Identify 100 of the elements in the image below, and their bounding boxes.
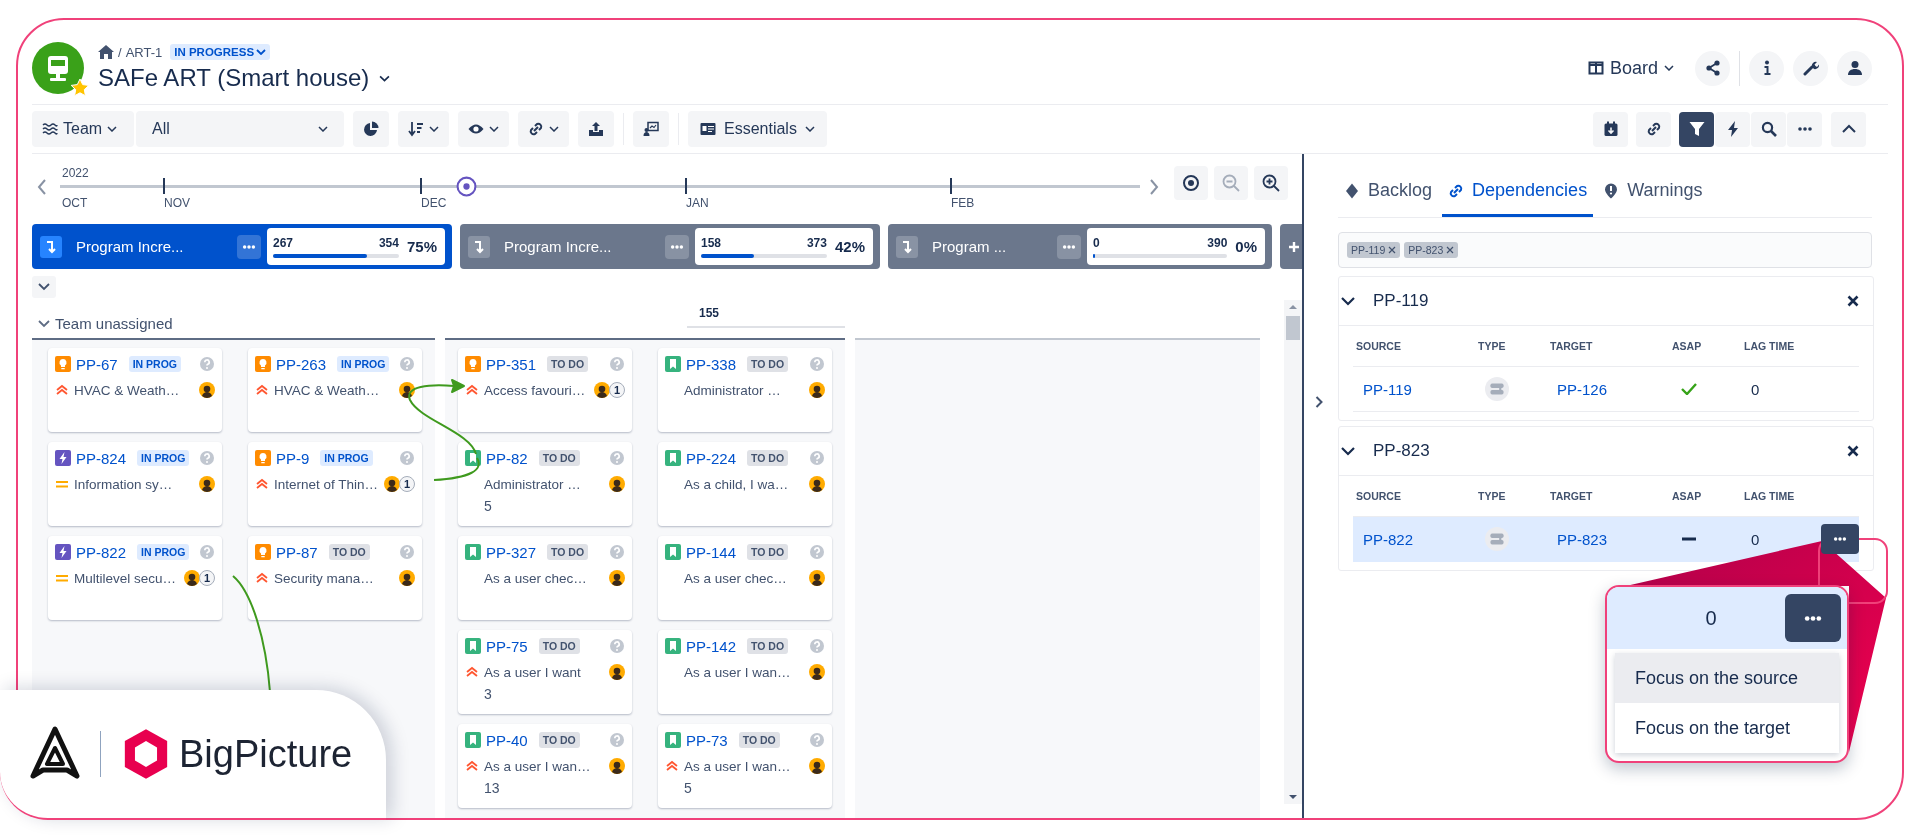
issue-card[interactable]: PP-824 IN PROG Information sy… [48, 442, 222, 526]
menu-item[interactable]: Focus on the target [1615, 703, 1839, 753]
calendar-button[interactable] [1593, 111, 1628, 147]
collapse-button[interactable] [1831, 111, 1866, 147]
issue-card[interactable]: PP-40 TO DO As a user I wan… 13 [458, 724, 632, 808]
source-link[interactable]: PP-822 [1363, 530, 1485, 548]
presentation-button[interactable] [633, 111, 669, 147]
profile-button[interactable] [1837, 50, 1872, 86]
swimlane-toggle[interactable]: Team unassigned [32, 315, 173, 338]
bolt-button[interactable] [1715, 111, 1750, 147]
fields-dropdown[interactable]: Essentials [688, 111, 827, 147]
more-button[interactable] [1787, 111, 1822, 147]
eye-button[interactable] [458, 111, 509, 147]
chart-button[interactable] [353, 111, 389, 147]
more-button[interactable] [1057, 234, 1081, 259]
issue-key[interactable]: PP-327 [486, 543, 537, 561]
dependency-line[interactable] [232, 575, 271, 693]
increment-bar[interactable]: Program ... 0 390 0% [888, 224, 1272, 269]
breadcrumb-link[interactable]: ART-1 [125, 44, 163, 60]
filter-chip[interactable]: PP-823 [1404, 242, 1459, 258]
close-icon[interactable] [1847, 445, 1859, 457]
issue-key[interactable]: PP-75 [486, 637, 528, 655]
group-by-dropdown[interactable]: Team [32, 111, 134, 147]
arrow-down-icon[interactable] [1288, 794, 1298, 800]
sort-button[interactable] [398, 111, 449, 147]
upload-button[interactable] [578, 111, 614, 147]
settings-button[interactable] [1793, 50, 1828, 86]
issue-card[interactable]: PP-822 IN PROG Multilevel secu… 1 [48, 536, 222, 620]
issue-key[interactable]: PP-338 [686, 355, 737, 373]
issue-key[interactable]: PP-142 [686, 637, 737, 655]
issue-key[interactable]: PP-87 [276, 543, 318, 561]
home-icon[interactable] [98, 45, 114, 59]
more-button[interactable] [1821, 524, 1859, 554]
issue-card[interactable]: PP-142 TO DO As a user I wan… [658, 630, 832, 714]
issue-card[interactable]: PP-263 IN PROG HVAC & Weath… [248, 348, 422, 432]
info-button[interactable] [1749, 50, 1784, 86]
tab[interactable]: Backlog [1338, 172, 1439, 217]
filter-button[interactable] [1679, 111, 1714, 147]
search-button[interactable] [1751, 111, 1786, 147]
issue-card[interactable]: PP-75 TO DO As a user I want 3 [458, 630, 632, 714]
link-button[interactable] [518, 111, 569, 147]
issue-card[interactable]: PP-338 TO DO Administrator … [658, 348, 832, 432]
help-icon [809, 638, 825, 654]
share-button[interactable] [1695, 50, 1730, 86]
tab[interactable]: Warnings [1597, 172, 1709, 217]
chevron-icon[interactable] [1341, 296, 1355, 306]
target-link[interactable]: PP-823 [1557, 530, 1679, 548]
today-marker-icon[interactable] [456, 176, 477, 197]
target-link[interactable]: PP-126 [1557, 380, 1679, 398]
filter-chip[interactable]: PP-119 [1347, 242, 1401, 258]
tab[interactable]: Dependencies [1442, 172, 1594, 217]
dependency-line[interactable] [433, 457, 480, 481]
issue-card[interactable]: PP-87 TO DO Security mana… [248, 536, 422, 620]
issue-card[interactable]: PP-224 TO DO As a child, I wa… [658, 442, 832, 526]
status-lozenge: TO DO [547, 356, 589, 372]
issue-key[interactable]: PP-144 [686, 543, 737, 561]
issue-card[interactable]: PP-351 TO DO Access favouri… 1 [458, 348, 632, 432]
more-button[interactable] [1785, 594, 1841, 642]
expand-button[interactable] [32, 276, 56, 298]
issue-key[interactable]: PP-67 [76, 355, 118, 373]
issue-card[interactable]: PP-82 TO DO Administrator … 5 [458, 442, 632, 526]
issue-key[interactable]: PP-263 [276, 355, 327, 373]
increment-bar[interactable]: Program Incre... 267 354 75% [32, 224, 452, 269]
menu-item[interactable]: Focus on the source [1615, 653, 1839, 703]
caret-icon[interactable] [379, 74, 391, 82]
dependency-arrow[interactable] [408, 379, 477, 455]
filter-field[interactable]: PP-119 PP-823 [1338, 232, 1872, 268]
link-button[interactable] [1636, 111, 1671, 147]
scrollbar[interactable] [1284, 300, 1302, 804]
board-title: SAFe ART (Smart house) [98, 64, 370, 92]
view-dropdown[interactable]: Board [1587, 57, 1674, 79]
increment-bar[interactable]: Program Incre... 158 373 42% [460, 224, 880, 269]
issue-card[interactable]: PP-9 IN PROG Internet of Thin… 1 [248, 442, 422, 526]
status-dropdown[interactable]: IN PROGRESS [170, 44, 271, 60]
chevron-icon[interactable] [1341, 446, 1355, 456]
issue-card[interactable]: PP-73 TO DO As a user I wan… 5 [658, 724, 832, 808]
more-button[interactable] [237, 234, 261, 259]
more-button[interactable] [665, 234, 689, 259]
dependency-row[interactable]: PP-119 PP-126 0 [1353, 367, 1859, 412]
issue-card[interactable]: PP-144 TO DO As a user chec… [658, 536, 832, 620]
dependency-row[interactable]: PP-822 PP-823 0 [1353, 517, 1859, 562]
issue-key[interactable]: PP-9 [276, 449, 310, 467]
close-icon[interactable] [1847, 295, 1859, 307]
issue-key[interactable]: PP-40 [486, 731, 528, 749]
source-link[interactable]: PP-119 [1363, 380, 1485, 398]
issue-key[interactable]: PP-224 [686, 449, 737, 467]
zoom-in-button[interactable] [1254, 166, 1288, 200]
issue-card[interactable]: PP-327 TO DO As a user chec… [458, 536, 632, 620]
issue-key[interactable]: PP-73 [686, 731, 728, 749]
issue-key[interactable]: PP-824 [76, 449, 127, 467]
issue-key[interactable]: PP-82 [486, 449, 528, 467]
filter-dropdown[interactable]: All [136, 111, 344, 147]
arrow-up-icon[interactable] [1288, 304, 1298, 310]
scrollbar-thumb[interactable] [1286, 316, 1300, 340]
lightning-icon [55, 544, 71, 560]
issue-card[interactable]: PP-67 IN PROG HVAC & Weath… [48, 348, 222, 432]
issue-key[interactable]: PP-351 [486, 355, 537, 373]
center-button[interactable] [1174, 166, 1208, 200]
star-icon[interactable] [70, 78, 90, 98]
issue-key[interactable]: PP-822 [76, 543, 127, 561]
